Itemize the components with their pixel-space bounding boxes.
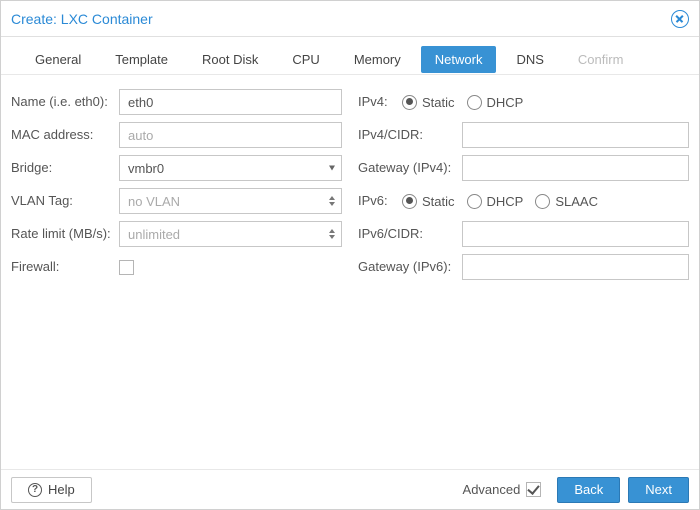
- ipv4-static-radio[interactable]: Static: [402, 95, 455, 110]
- form-body: Name (i.e. eth0): eth0 MAC address: auto…: [1, 75, 699, 469]
- bridge-select[interactable]: vmbr0: [119, 155, 342, 181]
- dialog-window: Create: LXC Container General Template R…: [0, 0, 700, 510]
- ipv4-dhcp-radio[interactable]: DHCP: [467, 95, 524, 110]
- advanced-checkbox[interactable]: [526, 482, 541, 497]
- gw4-input[interactable]: [462, 155, 689, 181]
- field-ipv4-cidr: IPv4/CIDR:: [358, 122, 689, 148]
- field-mac: MAC address: auto: [11, 122, 342, 148]
- next-button[interactable]: Next: [628, 477, 689, 503]
- ipv6-cidr-label: IPv6/CIDR:: [358, 226, 462, 242]
- back-button[interactable]: Back: [557, 477, 620, 503]
- radio-icon: [535, 194, 550, 209]
- tab-root-disk[interactable]: Root Disk: [188, 46, 272, 73]
- bridge-label: Bridge:: [11, 160, 119, 176]
- tab-memory[interactable]: Memory: [340, 46, 415, 73]
- ipv4-label: IPv4:: [358, 94, 402, 110]
- ipv6-slaac-radio[interactable]: SLAAC: [535, 194, 598, 209]
- name-input[interactable]: eth0: [119, 89, 342, 115]
- field-vlan: VLAN Tag: no VLAN: [11, 188, 342, 214]
- tab-confirm: Confirm: [564, 46, 638, 73]
- right-column: IPv4: Static DHCP IPv4/CIDR: Gate: [358, 89, 689, 459]
- field-gw6: Gateway (IPv6):: [358, 254, 689, 280]
- chevron-down-icon: [329, 166, 335, 171]
- gw4-label: Gateway (IPv4):: [358, 160, 462, 176]
- gw6-input[interactable]: [462, 254, 689, 280]
- gw6-label: Gateway (IPv6):: [358, 259, 462, 275]
- tab-dns[interactable]: DNS: [502, 46, 557, 73]
- field-gw4: Gateway (IPv4):: [358, 155, 689, 181]
- help-icon: ?: [28, 483, 42, 497]
- ipv4-radio-group: Static DHCP: [402, 95, 523, 110]
- field-ipv6: IPv6: Static DHCP SLAAC: [358, 188, 689, 214]
- vlan-label: VLAN Tag:: [11, 193, 119, 209]
- footer: ? Help Advanced Back Next: [1, 469, 699, 509]
- vlan-input[interactable]: no VLAN: [119, 188, 342, 214]
- close-icon[interactable]: [671, 10, 689, 28]
- tab-template[interactable]: Template: [101, 46, 182, 73]
- field-ipv6-cidr: IPv6/CIDR:: [358, 221, 689, 247]
- dialog-title: Create: LXC Container: [11, 11, 671, 27]
- ipv4-cidr-label: IPv4/CIDR:: [358, 127, 462, 143]
- titlebar: Create: LXC Container: [1, 1, 699, 37]
- tab-strip: General Template Root Disk CPU Memory Ne…: [1, 37, 699, 75]
- field-rate: Rate limit (MB/s): unlimited: [11, 221, 342, 247]
- rate-label: Rate limit (MB/s):: [11, 226, 119, 242]
- ipv4-cidr-input[interactable]: [462, 122, 689, 148]
- ipv6-cidr-input[interactable]: [462, 221, 689, 247]
- firewall-checkbox[interactable]: [119, 260, 134, 275]
- firewall-label: Firewall:: [11, 259, 119, 275]
- ipv6-radio-group: Static DHCP SLAAC: [402, 194, 598, 209]
- name-label: Name (i.e. eth0):: [11, 94, 119, 110]
- tab-network[interactable]: Network: [421, 46, 497, 73]
- field-name: Name (i.e. eth0): eth0: [11, 89, 342, 115]
- mac-label: MAC address:: [11, 127, 119, 143]
- spinner-icon: [329, 229, 335, 239]
- radio-icon: [402, 95, 417, 110]
- advanced-toggle[interactable]: Advanced: [463, 482, 542, 497]
- ipv6-static-radio[interactable]: Static: [402, 194, 455, 209]
- rate-input[interactable]: unlimited: [119, 221, 342, 247]
- radio-icon: [467, 95, 482, 110]
- ipv6-label: IPv6:: [358, 193, 402, 209]
- mac-input[interactable]: auto: [119, 122, 342, 148]
- tab-cpu[interactable]: CPU: [278, 46, 333, 73]
- ipv6-dhcp-radio[interactable]: DHCP: [467, 194, 524, 209]
- field-firewall: Firewall:: [11, 254, 342, 280]
- help-button[interactable]: ? Help: [11, 477, 92, 503]
- spinner-icon: [329, 196, 335, 206]
- radio-icon: [402, 194, 417, 209]
- radio-icon: [467, 194, 482, 209]
- field-ipv4: IPv4: Static DHCP: [358, 89, 689, 115]
- tab-general[interactable]: General: [21, 46, 95, 73]
- field-bridge: Bridge: vmbr0: [11, 155, 342, 181]
- left-column: Name (i.e. eth0): eth0 MAC address: auto…: [11, 89, 342, 459]
